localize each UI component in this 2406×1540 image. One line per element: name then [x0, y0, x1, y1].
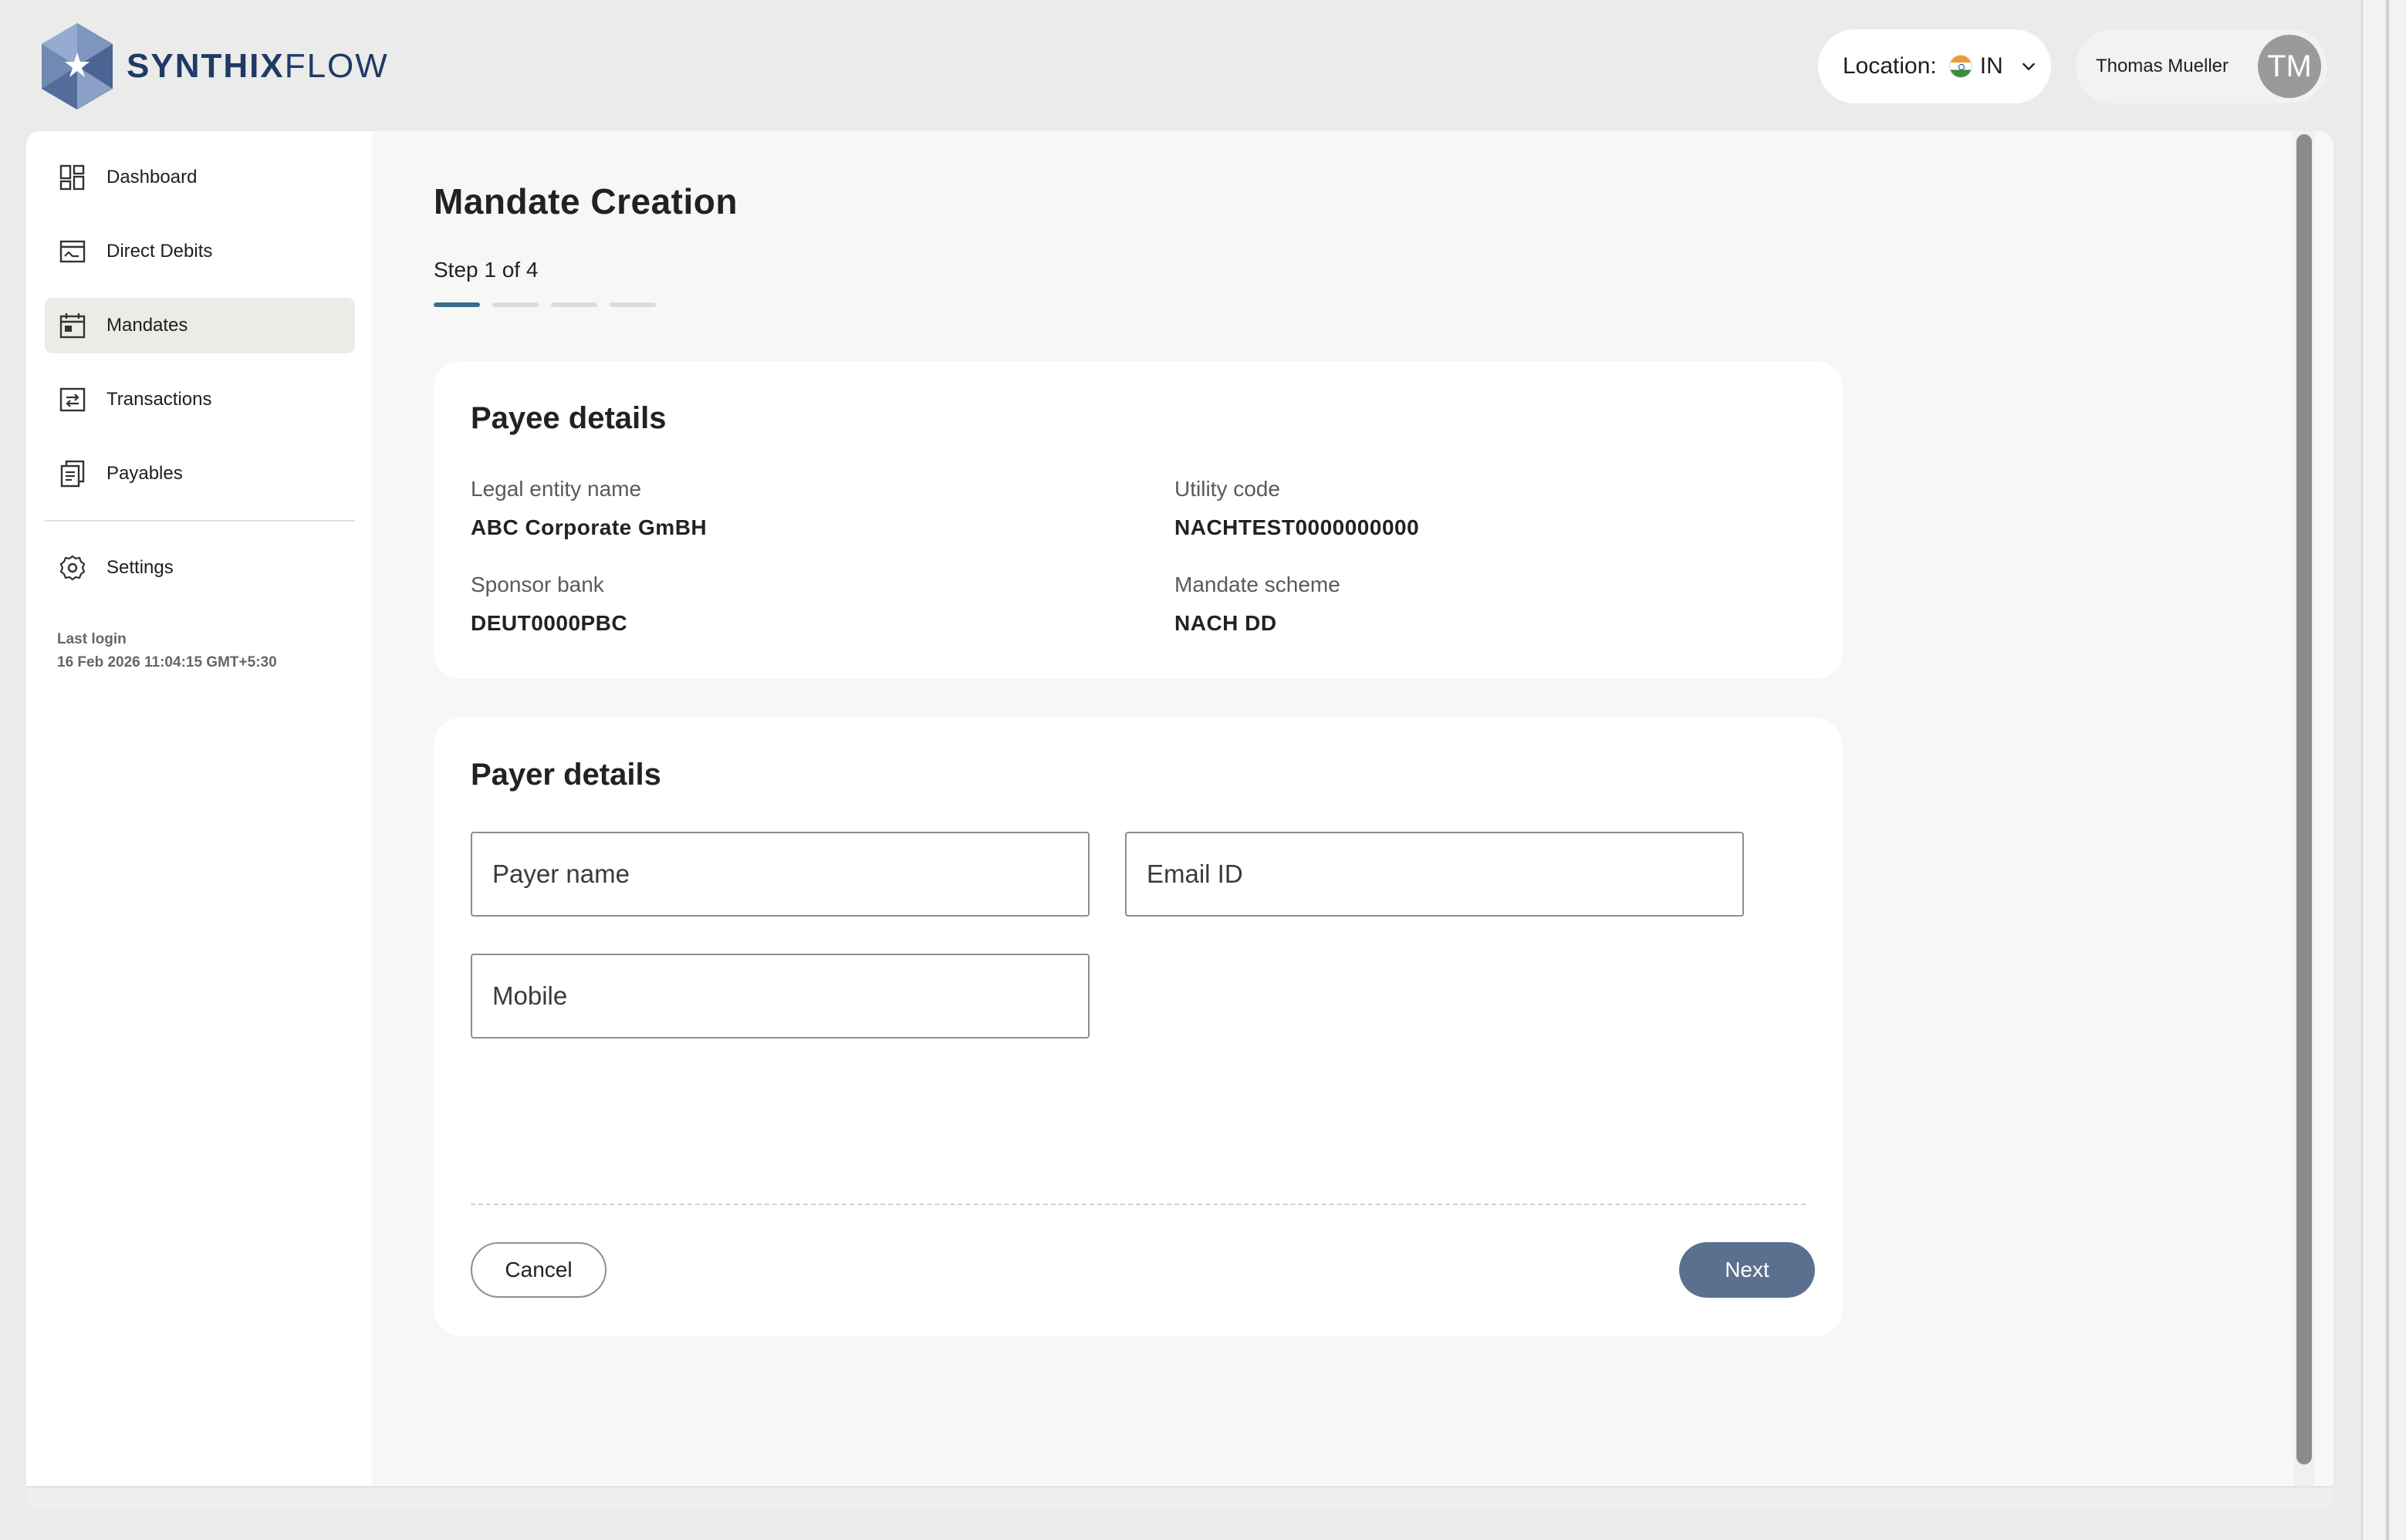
- utility-code-value: NACHTEST0000000000: [1174, 515, 1420, 539]
- direct-debits-icon: [59, 240, 86, 263]
- window-edge-line: [2386, 0, 2389, 1540]
- logo-icon: [42, 23, 113, 110]
- payer-name-input[interactable]: [471, 832, 1090, 917]
- scrollbar-thumb[interactable]: [2296, 134, 2312, 1464]
- gear-icon: [59, 555, 86, 581]
- brand-name: SYNTHIXFLOW: [127, 47, 389, 85]
- sidebar-item-dashboard[interactable]: Dashboard: [45, 150, 355, 205]
- sidebar-item-label: Payables: [106, 463, 183, 484]
- sidebar-item-label: Mandates: [106, 315, 188, 336]
- sidebar-item-direct-debits[interactable]: Direct Debits: [45, 224, 355, 279]
- scrollbar[interactable]: [2293, 131, 2315, 1486]
- avatar[interactable]: TM: [2258, 35, 2321, 98]
- sponsor-bank-value: DEUT0000PBC: [471, 611, 628, 635]
- transactions-icon: [59, 387, 86, 412]
- sponsor-bank-label: Sponsor bank: [471, 572, 604, 596]
- step-progress: [434, 302, 656, 307]
- location-value: IN: [1979, 53, 2003, 79]
- location-selector[interactable]: Location: IN: [1818, 29, 2051, 103]
- dashboard-icon: [59, 164, 85, 191]
- step-segment: [610, 302, 656, 307]
- sidebar-divider: [45, 520, 355, 522]
- step-indicator-text: Step 1 of 4: [434, 258, 539, 282]
- sidebar-item-payables[interactable]: Payables: [45, 446, 355, 502]
- main-shell: Dashboard Direct Debits Mandates Transac…: [26, 131, 2333, 1509]
- payer-card-title: Payer details: [471, 758, 661, 792]
- cancel-button[interactable]: Cancel: [471, 1242, 607, 1298]
- payee-details-card: Payee details Legal entity name ABC Corp…: [434, 361, 1843, 679]
- mandate-scheme-label: Mandate scheme: [1174, 572, 1340, 596]
- email-id-input[interactable]: [1125, 832, 1744, 917]
- brand-logo[interactable]: SYNTHIXFLOW: [37, 22, 389, 111]
- mobile-input[interactable]: [471, 954, 1090, 1038]
- payables-icon: [60, 460, 85, 488]
- main-content: Mandate Creation Step 1 of 4 Payee detai…: [372, 131, 2301, 1486]
- step-segment: [434, 302, 480, 307]
- legal-entity-value: ABC Corporate GmBH: [471, 515, 708, 539]
- legal-entity-label: Legal entity name: [471, 477, 642, 501]
- form-divider: [471, 1204, 1806, 1205]
- bottom-bar: [26, 1486, 2333, 1509]
- sidebar-item-mandates[interactable]: Mandates: [45, 298, 355, 353]
- window-edge: [2363, 0, 2406, 1540]
- sidebar-item-label: Direct Debits: [106, 241, 213, 262]
- app-window: SYNTHIXFLOW Location: IN Thomas Mueller …: [0, 0, 2363, 1540]
- chevron-down-icon: [2022, 62, 2035, 71]
- last-login: Last login 16 Feb 2026 11:04:15 GMT+5:30: [57, 628, 277, 674]
- page-title: Mandate Creation: [434, 181, 738, 221]
- last-login-value: 16 Feb 2026 11:04:15 GMT+5:30: [57, 654, 277, 670]
- user-menu[interactable]: Thomas Mueller TM: [2076, 29, 2327, 103]
- sidebar: Dashboard Direct Debits Mandates Transac…: [26, 131, 372, 1486]
- payer-details-card: Payer details Cancel Next: [434, 718, 1843, 1336]
- location-label: Location:: [1843, 53, 1937, 79]
- step-segment: [492, 302, 539, 307]
- utility-code-label: Utility code: [1174, 477, 1280, 501]
- last-login-label: Last login: [57, 631, 127, 647]
- sidebar-item-settings[interactable]: Settings: [45, 540, 355, 596]
- sidebar-item-label: Transactions: [106, 389, 212, 410]
- next-button[interactable]: Next: [1679, 1242, 1815, 1298]
- sidebar-item-label: Dashboard: [106, 167, 198, 187]
- india-flag-icon: [1948, 55, 1972, 78]
- sidebar-item-transactions[interactable]: Transactions: [45, 372, 355, 427]
- payee-card-title: Payee details: [471, 401, 667, 435]
- sidebar-item-label: Settings: [106, 557, 174, 578]
- user-name: Thomas Mueller: [2095, 56, 2229, 76]
- mandate-scheme-value: NACH DD: [1174, 611, 1277, 635]
- step-segment: [551, 302, 597, 307]
- calendar-icon: [59, 313, 86, 339]
